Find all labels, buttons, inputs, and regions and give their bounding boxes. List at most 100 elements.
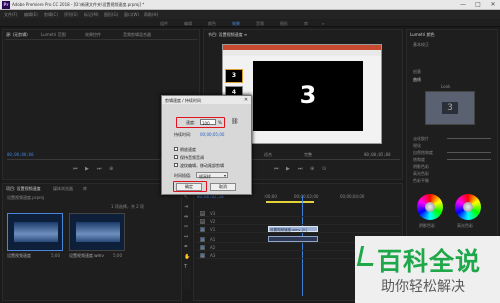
link-icon[interactable]: ⛓	[231, 118, 239, 125]
project-item-thumb[interactable]	[69, 213, 125, 251]
razor-tool-icon[interactable]: ✂	[184, 224, 188, 230]
track-label[interactable]: V3	[210, 211, 215, 216]
menu-clip[interactable]: 剪辑(C)	[44, 12, 58, 18]
workspace-tab-assembly[interactable]: 组件	[160, 21, 168, 27]
menu-marker[interactable]: 标记(M)	[84, 12, 99, 18]
tab-media-browser[interactable]: 媒体浏览器	[53, 186, 73, 192]
look-preview[interactable]: 3	[425, 91, 475, 125]
project-item-name[interactable]: 设置视频速度.wmv	[69, 253, 104, 259]
ppt-slide-thumb: 3	[225, 69, 243, 83]
track-label[interactable]: A3	[210, 253, 215, 258]
maintain-pitch-label: 保持音频音调	[180, 155, 204, 160]
workspace-tab-editing[interactable]: 编辑	[184, 21, 192, 27]
highlight-tint-wheel[interactable]	[455, 194, 481, 220]
close-window-button[interactable]: ✕	[486, 0, 500, 9]
workspace-tab-color[interactable]: 颜色	[208, 21, 216, 27]
export-frame-icon[interactable]: ⊙	[322, 166, 326, 172]
ripple-edit-checkbox[interactable]	[174, 163, 178, 167]
thumb-image	[76, 222, 120, 242]
menu-help[interactable]: 帮助(H)	[144, 12, 158, 18]
source-timecode[interactable]: 00;00;00;00	[7, 152, 34, 157]
track-label[interactable]: A1	[210, 237, 215, 242]
interpolation-select[interactable]: 帧采样 ▾	[196, 172, 228, 179]
tab-libraries[interactable]: 库	[83, 186, 87, 192]
type-tool-icon[interactable]: T	[184, 264, 187, 270]
lumetri-row: 阴影色彩	[413, 164, 429, 169]
creative-section[interactable]: 创意	[413, 69, 421, 75]
step-forward-icon[interactable]: ⏭	[97, 166, 102, 172]
ruler-label: :00;00	[264, 194, 277, 199]
cancel-button[interactable]: 取消	[210, 183, 236, 191]
track-label[interactable]: V1	[210, 227, 215, 232]
speed-unit: %	[218, 120, 222, 125]
menu-file[interactable]: 文件(F)	[4, 12, 17, 18]
track-target-icon[interactable]: ▫	[200, 227, 205, 232]
track-target-icon[interactable]: ▫	[200, 245, 205, 250]
track-target-icon[interactable]: ▫	[200, 253, 205, 258]
ok-button[interactable]: 确定	[176, 183, 202, 191]
shadow-tint-wheel[interactable]	[417, 194, 443, 220]
slider[interactable]	[447, 138, 491, 139]
work-area-bar[interactable]	[266, 201, 314, 203]
hand-tool-icon[interactable]: ✋	[184, 254, 190, 260]
tab-lumetri-color[interactable]: Lumetri 颜色	[410, 32, 435, 38]
reverse-speed-checkbox[interactable]	[174, 147, 178, 151]
lift-icon[interactable]: ⊕	[310, 166, 314, 172]
workspace-more-button[interactable]: »	[322, 21, 324, 26]
tab-project[interactable]: 项目: 设置视频速度	[6, 186, 41, 192]
step-back-icon[interactable]: ⏮	[73, 166, 78, 172]
menu-sequence[interactable]: 序列(S)	[64, 12, 78, 18]
program-transport-controls: ⏮ ▶ ⏭ ⊕ ⊙	[274, 166, 344, 172]
menu-window[interactable]: 窗口(W)	[124, 12, 139, 18]
quality-select[interactable]: 完整	[304, 152, 312, 158]
track-target-icon[interactable]: ▫	[200, 237, 205, 242]
menu-edit[interactable]: 编辑(E)	[24, 12, 38, 18]
slider[interactable]	[447, 152, 491, 153]
maintain-pitch-checkbox[interactable]	[174, 155, 178, 159]
track-lock-icon[interactable]: ▫	[200, 211, 205, 216]
shadow-tint-label: 阴影色彩	[419, 223, 435, 228]
look-preview-glyph: 3	[442, 102, 458, 114]
workspace-tab-effects[interactable]: 效果	[232, 21, 240, 27]
tab-program[interactable]: 节目: 设置视频速度 ≡	[208, 32, 247, 38]
tab-lumetri-scopes[interactable]: Lumetri 范围	[41, 32, 66, 38]
slip-tool-icon[interactable]: ↔	[184, 234, 188, 240]
step-back-icon[interactable]: ⏮	[274, 166, 279, 172]
lumetri-panel: Lumetri 颜色 基本校正 创意 曲线 Look 3 淡化胶片 锐化 自然饱…	[406, 29, 498, 269]
speed-input[interactable]: 100	[200, 119, 216, 126]
project-item-thumb[interactable]	[7, 213, 63, 251]
play-icon[interactable]: ▶	[286, 166, 290, 172]
step-forward-icon[interactable]: ⏭	[298, 166, 303, 172]
pen-tool-icon[interactable]: ✒	[184, 244, 188, 250]
divider	[5, 39, 197, 40]
minimize-button[interactable]: —	[456, 0, 470, 9]
curves-section[interactable]: 曲线	[413, 77, 421, 83]
project-item-name[interactable]: 设置视频速度	[7, 253, 31, 259]
insert-icon[interactable]: ⊕	[109, 166, 113, 172]
track-select-icon[interactable]: ⇥	[184, 204, 188, 210]
basic-correction-section[interactable]: 基本校正	[413, 42, 429, 48]
premiere-logo-icon: Pr	[2, 1, 10, 9]
track-v1: ▫ V1 设置视频速度.wmv [V]	[196, 226, 401, 233]
video-clip[interactable]: 设置视频速度.wmv [V]	[268, 226, 318, 232]
dialog-close-button[interactable]: ✕	[243, 97, 249, 103]
play-icon[interactable]: ▶	[85, 166, 89, 172]
lumetri-row: 饱和度	[413, 157, 425, 162]
menu-graphics[interactable]: 图形(G)	[104, 12, 118, 18]
maximize-button[interactable]: □	[471, 0, 485, 9]
project-item-duration: 5;00	[113, 253, 122, 258]
track-label[interactable]: A2	[210, 245, 215, 250]
tab-source[interactable]: 源: (无剪辑)	[6, 32, 28, 38]
slider[interactable]	[447, 159, 491, 160]
tab-effect-controls[interactable]: 效果控件	[85, 32, 101, 38]
audio-clip[interactable]	[268, 236, 318, 242]
tab-audio-clip-mixer[interactable]: 音频剪辑混合器	[123, 32, 151, 38]
workspace-tab-audio[interactable]: 音频	[256, 21, 264, 27]
workspace-tab-graphics[interactable]: 图形	[280, 21, 288, 27]
track-lock-icon[interactable]: ▫	[200, 219, 205, 224]
track-label[interactable]: V2	[210, 219, 215, 224]
workspace-tab-libraries[interactable]: 库	[304, 21, 308, 27]
duration-value[interactable]: 00;00;05;00	[200, 132, 224, 137]
zoom-select[interactable]: 适合	[264, 152, 272, 158]
ripple-edit-icon[interactable]: ⇹	[184, 214, 188, 220]
